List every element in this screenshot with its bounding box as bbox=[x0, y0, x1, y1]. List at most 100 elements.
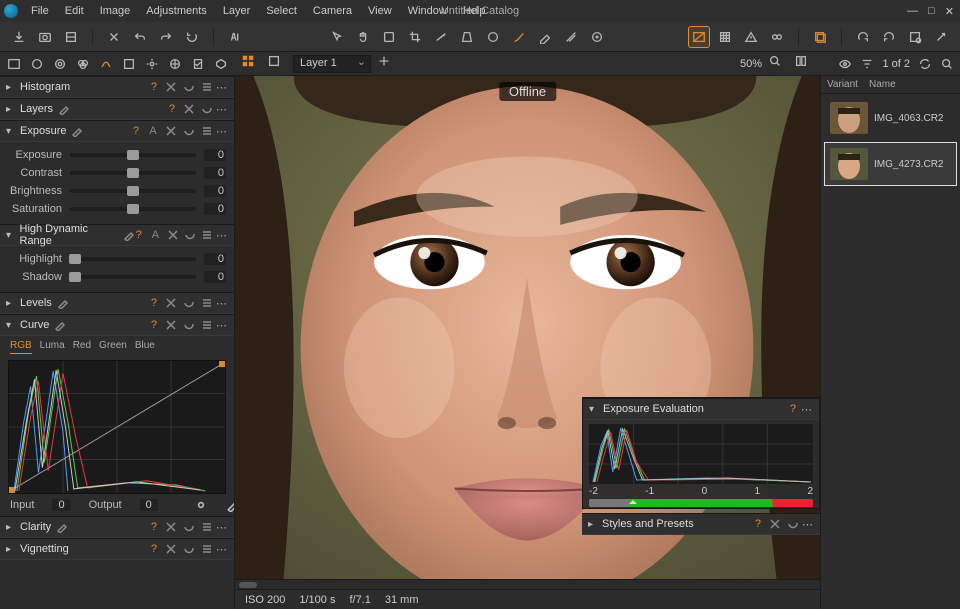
clip-icon[interactable] bbox=[768, 517, 782, 531]
contrast-value[interactable]: 0 bbox=[204, 167, 226, 179]
help-icon[interactable]: ? bbox=[136, 229, 142, 241]
more-icon[interactable]: ⋯ bbox=[216, 103, 228, 116]
menu-camera[interactable]: Camera bbox=[306, 3, 359, 19]
tab-color-icon[interactable] bbox=[75, 55, 92, 73]
refresh-icon[interactable] bbox=[918, 57, 932, 71]
saturation-value[interactable]: 0 bbox=[204, 203, 226, 215]
annotation-icon[interactable] bbox=[224, 26, 246, 48]
menu-panel-icon[interactable] bbox=[200, 296, 214, 310]
panel-curve[interactable]: ▾ Curve ? ⋯ bbox=[0, 314, 234, 336]
gradient-mask-icon[interactable] bbox=[560, 26, 582, 48]
zoom-tool-icon[interactable] bbox=[768, 54, 788, 74]
redo-icon[interactable] bbox=[155, 26, 177, 48]
highlight-value[interactable]: 0 bbox=[204, 253, 226, 265]
auto-icon[interactable]: A bbox=[146, 124, 160, 138]
window-maximize-icon[interactable]: □ bbox=[928, 5, 935, 18]
curve-picker-icon[interactable] bbox=[226, 498, 235, 512]
grid-icon[interactable] bbox=[714, 26, 736, 48]
undo-icon[interactable] bbox=[129, 26, 151, 48]
zoom-value[interactable]: 50% bbox=[740, 58, 762, 70]
panel-exposure-evaluation[interactable]: ▾ Exposure Evaluation ? ⋯ bbox=[583, 398, 819, 420]
menu-view[interactable]: View bbox=[361, 3, 399, 19]
contrast-slider[interactable] bbox=[70, 171, 196, 175]
tab-exposure-icon[interactable] bbox=[98, 55, 115, 73]
reset-icon[interactable] bbox=[181, 26, 203, 48]
window-minimize-icon[interactable]: ― bbox=[907, 5, 918, 18]
panel-layers[interactable]: ▸ Layers ? ⋯ bbox=[0, 98, 234, 120]
menu-adjustments[interactable]: Adjustments bbox=[139, 3, 214, 19]
brightness-slider[interactable] bbox=[70, 189, 196, 193]
reset-panel-icon[interactable] bbox=[182, 296, 196, 310]
visibility-icon[interactable] bbox=[838, 57, 852, 71]
browser-item-0[interactable]: IMG_4063.CR2 bbox=[824, 96, 957, 140]
menu-file[interactable]: File bbox=[24, 3, 56, 19]
import-icon[interactable] bbox=[8, 26, 30, 48]
more-icon[interactable]: ⋯ bbox=[802, 518, 814, 531]
layer-select[interactable]: Layer 1 bbox=[293, 55, 371, 73]
shadow-slider[interactable] bbox=[70, 275, 196, 279]
help-icon[interactable]: ? bbox=[755, 518, 761, 530]
export-icon[interactable] bbox=[930, 26, 952, 48]
exposure-warning-icon[interactable] bbox=[688, 26, 710, 48]
clip-icon[interactable] bbox=[164, 80, 178, 94]
help-icon[interactable]: ? bbox=[151, 543, 157, 555]
more-icon[interactable]: ⋯ bbox=[216, 543, 228, 556]
tab-capture-icon[interactable] bbox=[29, 55, 46, 73]
tab-metadata-icon[interactable] bbox=[189, 55, 206, 73]
help-icon[interactable]: ? bbox=[151, 81, 157, 93]
tab-library-icon[interactable] bbox=[6, 55, 23, 73]
curve-tab-red[interactable]: Red bbox=[73, 340, 91, 354]
reset-panel-icon[interactable] bbox=[182, 80, 196, 94]
clip-icon[interactable] bbox=[182, 102, 196, 116]
saturation-slider[interactable] bbox=[70, 207, 196, 211]
panel-clarity[interactable]: ▸ Clarity ? ⋯ bbox=[0, 516, 234, 538]
curve-tab-green[interactable]: Green bbox=[99, 340, 127, 354]
tab-lens-icon[interactable] bbox=[52, 55, 69, 73]
clip-icon[interactable] bbox=[164, 124, 178, 138]
curve-canvas[interactable] bbox=[8, 360, 226, 494]
menu-panel-icon[interactable] bbox=[200, 318, 214, 332]
loupe-icon[interactable] bbox=[378, 26, 400, 48]
curve-tab-luma[interactable]: Luma bbox=[40, 340, 65, 354]
help-icon[interactable]: ? bbox=[151, 319, 157, 331]
radial-mask-icon[interactable] bbox=[586, 26, 608, 48]
help-icon[interactable]: ? bbox=[169, 103, 175, 115]
view-single-icon[interactable] bbox=[267, 54, 287, 74]
menu-select[interactable]: Select bbox=[259, 3, 304, 19]
warning-icon[interactable] bbox=[740, 26, 762, 48]
more-icon[interactable]: ⋯ bbox=[801, 403, 813, 416]
menu-panel-icon[interactable] bbox=[200, 124, 214, 138]
window-close-icon[interactable]: ✕ bbox=[945, 5, 954, 18]
panel-vignetting[interactable]: ▸ Vignetting ? ⋯ bbox=[0, 538, 234, 560]
curve-tab-rgb[interactable]: RGB bbox=[10, 340, 32, 354]
menu-edit[interactable]: Edit bbox=[58, 3, 91, 19]
reset-panel-icon[interactable] bbox=[182, 124, 196, 138]
view-grid-icon[interactable] bbox=[241, 54, 261, 74]
menu-panel-icon[interactable] bbox=[201, 228, 214, 242]
clip-icon[interactable] bbox=[164, 520, 178, 534]
exposure-scale[interactable]: -2 -1 0 1 2 bbox=[589, 486, 813, 502]
help-icon[interactable]: ? bbox=[133, 125, 139, 137]
exposure-value[interactable]: 0 bbox=[204, 149, 226, 161]
cursor-select-icon[interactable] bbox=[326, 26, 348, 48]
workspace-icon[interactable] bbox=[809, 26, 831, 48]
tab-output-icon[interactable] bbox=[212, 55, 229, 73]
keystone-icon[interactable] bbox=[456, 26, 478, 48]
clip-icon[interactable] bbox=[166, 228, 179, 242]
brightness-value[interactable]: 0 bbox=[204, 185, 226, 197]
curve-tab-blue[interactable]: Blue bbox=[135, 340, 155, 354]
more-icon[interactable]: ⋯ bbox=[216, 81, 228, 94]
more-icon[interactable]: ⋯ bbox=[216, 125, 228, 138]
more-icon[interactable]: ⋯ bbox=[216, 319, 228, 332]
panel-levels[interactable]: ▸ Levels ? ⋯ bbox=[0, 292, 234, 314]
clip-icon[interactable] bbox=[164, 542, 178, 556]
search-icon[interactable] bbox=[940, 57, 954, 71]
menu-panel-icon[interactable] bbox=[200, 520, 214, 534]
canvas[interactable]: Offline ▾ Exposure Evaluation ? ⋯ bbox=[235, 76, 820, 579]
straighten-icon[interactable] bbox=[430, 26, 452, 48]
erase-mask-icon[interactable] bbox=[534, 26, 556, 48]
menu-panel-icon[interactable] bbox=[200, 542, 214, 556]
rotate-right-icon[interactable] bbox=[878, 26, 900, 48]
menu-image[interactable]: Image bbox=[93, 3, 138, 19]
more-icon[interactable]: ⋯ bbox=[216, 297, 228, 310]
